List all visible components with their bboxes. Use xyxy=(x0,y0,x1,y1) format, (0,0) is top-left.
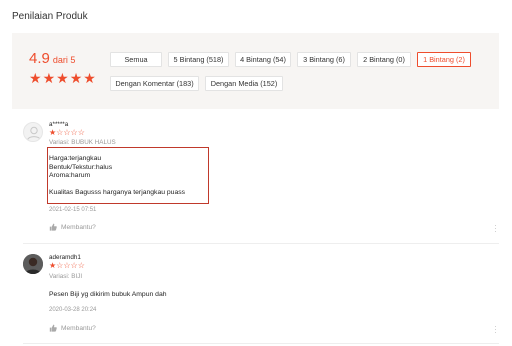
helpful-label: Membantu? xyxy=(61,324,96,332)
review-line: Harga:terjangkau xyxy=(49,155,102,162)
rating-score-line: 4.9 dari 5 xyxy=(29,50,91,68)
filter-with-media[interactable]: Dengan Media (152) xyxy=(205,76,283,91)
review-line: Kualitas Bagusss harganya terjangkau pua… xyxy=(49,188,186,196)
rating-summary: 4.9 dari 5 ★ ★ ★ ★ ★ Semua 5 Bintang (518… xyxy=(12,33,499,109)
review-variation: Variasi: BIJI xyxy=(49,273,83,280)
rating-suffix: dari 5 xyxy=(52,55,76,65)
review-timestamp: 2021-02-15 07:51 xyxy=(49,207,97,213)
star-filled-icon: ★ xyxy=(56,70,69,86)
helpful-button[interactable]: Membantu? xyxy=(49,324,96,332)
star-empty-icon: ☆ xyxy=(63,261,71,270)
helpful-button[interactable]: Membantu? xyxy=(49,223,96,231)
review-text: Pesen Biji yg dikirim bubuk Ampun dah xyxy=(49,291,167,300)
star-empty-icon: ☆ xyxy=(77,128,85,137)
more-options-icon[interactable]: · · · xyxy=(494,323,497,337)
user-photo-avatar[interactable] xyxy=(23,254,43,274)
star-filled-icon: ★ xyxy=(69,70,83,86)
rating-overview: 4.9 dari 5 ★ ★ ★ ★ ★ xyxy=(29,50,96,86)
review-line: Pesen Biji yg dikirim bubuk Ampun dah xyxy=(49,291,167,298)
thumbs-up-icon xyxy=(49,223,57,231)
review-line: Bentuk/Tekstur:halus xyxy=(49,163,113,171)
star-empty-icon: ☆ xyxy=(70,261,78,270)
star-filled-icon: ★ xyxy=(42,70,56,86)
filter-with-comment[interactable]: Dengan Komentar (183) xyxy=(110,76,199,91)
review-line: Aroma:harum xyxy=(49,172,91,180)
filter-all[interactable]: Semua xyxy=(110,52,162,67)
default-avatar-icon[interactable] xyxy=(23,122,43,142)
review-username[interactable]: aderamdh1 xyxy=(49,254,81,261)
review-timestamp: 2020-03-28 20:24 xyxy=(49,307,97,313)
star-empty-icon: ☆ xyxy=(63,128,71,137)
review-item: aderamdh1 ★ ☆ ☆ ☆ ☆ Variasi: BIJI Pesen … xyxy=(23,253,499,341)
page-title: Penilaian Produk xyxy=(12,11,88,22)
more-options-icon[interactable]: · · · xyxy=(494,222,497,236)
star-filled-icon: ★ xyxy=(83,70,96,86)
star-filled-icon: ★ xyxy=(49,261,57,270)
filter-1-star[interactable]: 1 Bintang (2) xyxy=(417,52,471,67)
star-filled-icon: ★ xyxy=(29,70,42,86)
helpful-label: Membantu? xyxy=(61,223,96,231)
star-empty-icon: ☆ xyxy=(70,128,78,137)
filter-3-stars[interactable]: 3 Bintang (6) xyxy=(297,52,351,67)
star-empty-icon: ☆ xyxy=(56,261,64,270)
review-divider xyxy=(23,243,499,244)
rating-score: 4.9 xyxy=(29,50,50,67)
filter-4-stars[interactable]: 4 Bintang (54) xyxy=(235,52,291,67)
review-stars: ★ ☆ ☆ ☆ ☆ xyxy=(49,129,85,137)
thumbs-up-icon xyxy=(49,324,57,332)
star-empty-icon: ☆ xyxy=(77,261,85,270)
rating-stars: ★ ★ ★ ★ ★ xyxy=(29,70,96,86)
filter-5-stars[interactable]: 5 Bintang (518) xyxy=(168,52,229,67)
filter-2-stars[interactable]: 2 Bintang (0) xyxy=(357,52,411,67)
review-text: Harga:terjangkau Bentuk/Tekstur:halus Ar… xyxy=(49,155,185,197)
review-username[interactable]: a*****a xyxy=(49,121,68,128)
review-stars: ★ ☆ ☆ ☆ ☆ xyxy=(49,262,85,270)
star-filled-icon: ★ xyxy=(49,128,57,137)
review-variation: Variasi: BUBUK HALUS xyxy=(49,139,116,146)
review-item: a*****a ★ ☆ ☆ ☆ ☆ Variasi: BUBUK HALUS H… xyxy=(23,120,499,240)
star-empty-icon: ☆ xyxy=(56,128,64,137)
review-divider xyxy=(23,343,499,344)
